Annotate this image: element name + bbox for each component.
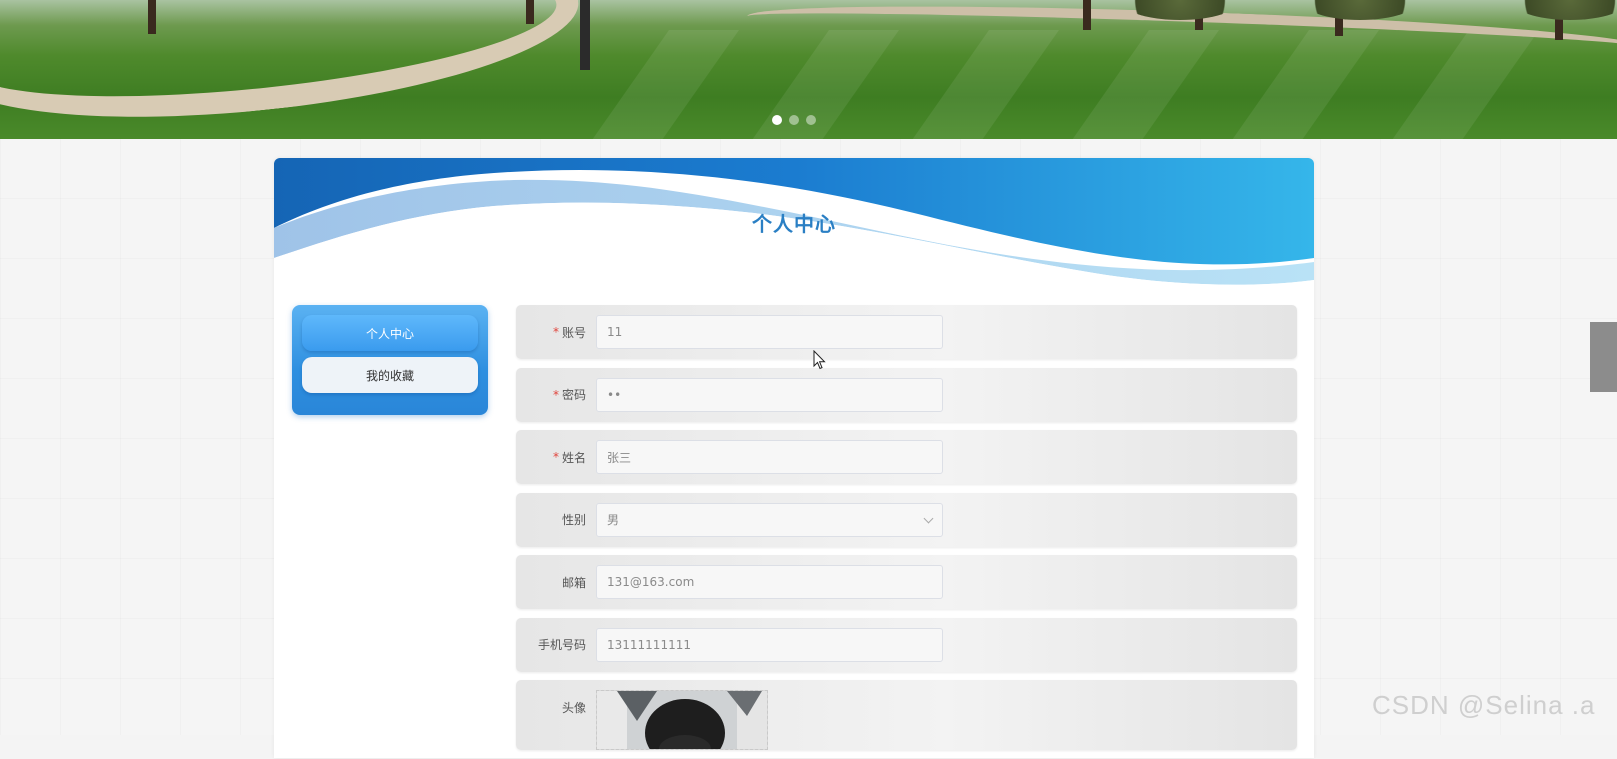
password-input[interactable]: •• bbox=[596, 377, 943, 412]
avatar-upload[interactable] bbox=[596, 690, 768, 750]
password-label: * 密码 bbox=[516, 368, 586, 422]
name-label-text: 姓名 bbox=[561, 450, 586, 465]
form-row-phone: 手机号码 13111111111 bbox=[516, 617, 1297, 672]
phone-input[interactable]: 13111111111 bbox=[596, 627, 943, 662]
lamp-post bbox=[580, 0, 590, 70]
phone-value: 13111111111 bbox=[607, 637, 691, 652]
card-header-wave: 个人中心 bbox=[274, 158, 1314, 288]
form-row-email: 邮箱 131@163.com bbox=[516, 555, 1297, 609]
password-label-text: 密码 bbox=[561, 388, 586, 402]
form-row-account: * 账号 11 bbox=[516, 305, 1297, 359]
tree-trunk bbox=[1083, 0, 1091, 30]
avatar-image bbox=[597, 691, 767, 749]
carousel-dot[interactable] bbox=[772, 115, 782, 125]
side-menu: 个人中心 我的收藏 bbox=[292, 305, 488, 415]
tree-canopy bbox=[1510, 0, 1617, 20]
gender-value: 男 bbox=[607, 513, 620, 527]
account-label-text: 账号 bbox=[561, 325, 586, 340]
email-label-text: 邮箱 bbox=[561, 575, 586, 590]
name-value: 张三 bbox=[607, 450, 632, 465]
avatar-label: 头像 bbox=[516, 680, 586, 734]
required-marker: * bbox=[552, 450, 559, 464]
menu-item-profile[interactable]: 个人中心 bbox=[302, 315, 478, 351]
form-row-gender: 性别 男 bbox=[516, 492, 1297, 547]
banner-carousel[interactable] bbox=[0, 0, 1617, 139]
tree-trunk bbox=[526, 0, 534, 24]
gender-label-text: 性别 bbox=[561, 513, 586, 527]
mouse-pointer-icon bbox=[813, 349, 827, 374]
lawn-stripe bbox=[890, 30, 1060, 139]
form-row-avatar: 头像 bbox=[516, 680, 1297, 750]
form-row-password: * 密码 •• bbox=[516, 367, 1297, 422]
name-label: * 姓名 bbox=[516, 430, 586, 484]
chevron-down-icon bbox=[923, 513, 934, 523]
email-label: 邮箱 bbox=[516, 555, 586, 609]
carousel-dot[interactable] bbox=[806, 115, 816, 125]
form-row-name: * 姓名 张三 bbox=[516, 430, 1297, 484]
phone-label: 手机号码 bbox=[516, 618, 586, 672]
gender-select[interactable]: 男 bbox=[596, 502, 943, 537]
carousel-dot[interactable] bbox=[789, 115, 799, 125]
name-input[interactable]: 张三 bbox=[596, 440, 943, 474]
watermark: CSDN @Selina .a bbox=[1372, 690, 1596, 720]
lawn-stripe bbox=[570, 30, 740, 139]
email-input[interactable]: 131@163.com bbox=[596, 565, 943, 599]
tree-trunk bbox=[148, 0, 156, 34]
gender-label: 性别 bbox=[516, 493, 586, 547]
account-label: * 账号 bbox=[516, 305, 586, 359]
email-value: 131@163.com bbox=[607, 575, 695, 589]
carousel-indicators bbox=[772, 115, 816, 125]
required-marker: * bbox=[552, 325, 559, 339]
account-value: 11 bbox=[607, 325, 623, 339]
password-value: •• bbox=[607, 387, 622, 402]
page-title: 个人中心 bbox=[752, 212, 836, 236]
side-floating-tab[interactable] bbox=[1590, 322, 1617, 392]
curved-path bbox=[0, 0, 587, 139]
profile-form: * 账号 11 * 密码 •• * 姓名 张三 性别 男 邮箱 131@163.… bbox=[516, 305, 1297, 759]
account-input[interactable]: 11 bbox=[596, 315, 943, 349]
phone-label-text: 手机号码 bbox=[537, 638, 586, 652]
menu-item-favorites[interactable]: 我的收藏 bbox=[302, 357, 478, 393]
avatar-label-text: 头像 bbox=[561, 700, 586, 715]
required-marker: * bbox=[552, 387, 559, 402]
